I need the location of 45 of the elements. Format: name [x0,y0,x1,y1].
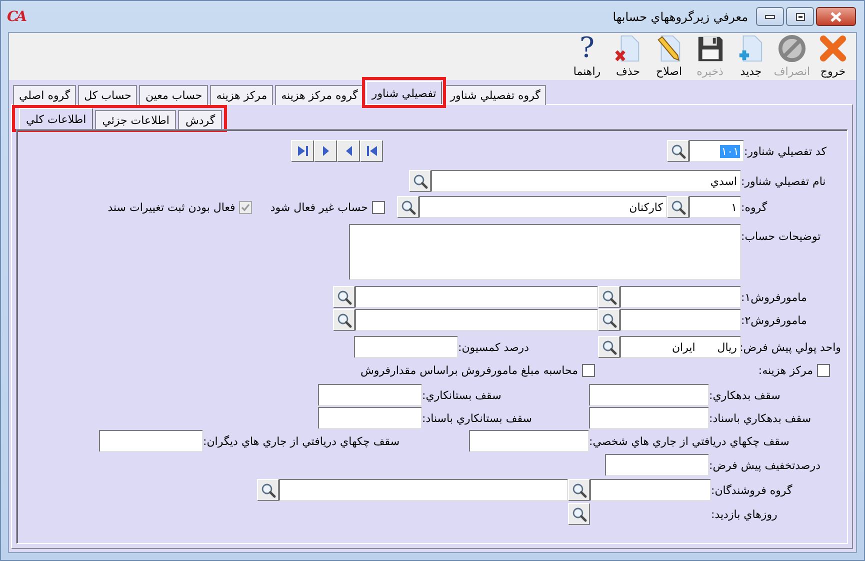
field-label: مامورفروش۲: [741,314,808,326]
field-label: سقف بستانكاري: [422,388,502,402]
tab[interactable]: گروه تفصيلي شناور [444,85,546,105]
input-field[interactable]: كاركنان [419,196,667,218]
tab[interactable]: گروه اصلي [13,85,76,105]
tab[interactable]: گردش [178,110,222,129]
tab[interactable]: حساب معين [139,85,208,105]
checkbox-label: مركز هزينه: [758,364,813,376]
field-label: سقف بدهكاري: [709,388,782,402]
field-label: نام تفصيلي شناور: [741,174,827,188]
toolbar-button[interactable]: حذف [609,34,647,80]
toolbar-button[interactable]: خروج [814,34,852,80]
question-mark-icon: ? [580,33,595,63]
field-value: ۱۰۱ [720,144,740,158]
field-label: سقف چكهاي دريافتي از جاري هاي ديگران: [203,434,401,448]
input-field[interactable]: ۱ [689,196,741,218]
tab[interactable]: اطلاعات كلي [19,108,94,129]
app-logo: CA [7,8,26,24]
field-label: درصد كمسيون: [458,340,530,354]
field-label: گروه فروشندگان: [711,484,794,496]
field-label: توضيحات حساب: [741,229,822,243]
tab[interactable]: مركز هزينه [210,85,274,105]
tab[interactable]: گروه مركز هزينه [275,85,364,105]
checkbox-label: محاسبه مبلغ مامورفروش براساس مقدارفروش [360,364,578,376]
field-label: روزهاي بازديد: [711,508,778,520]
field-label: مامورفروش۱: [741,290,808,304]
field-value: ريال [717,340,737,354]
input-field[interactable]: اسدي [431,170,741,192]
field-label: گروه: [741,200,768,214]
field-label: درصدتخفيف پيش فرض: [709,458,822,472]
toolbar-button[interactable]: اصلاح [650,34,688,80]
toolbar-button[interactable]: ? راهنما [568,34,606,80]
field-label: واحد پولي پيش فرض: [741,340,841,354]
toolbar-button[interactable]: جديد [732,34,770,80]
tab[interactable]: حساب كل [78,85,138,105]
field-label: سقف بستانكاري باسناد: [422,412,534,424]
field-label: سقف بدهكاري باسناد: [709,412,812,424]
field-value: ايران [672,340,696,354]
field-label: سقف چكهاي دريافتي از جاري هاي شخصي: [589,434,790,448]
checkbox-label: فعال بودن ثبت تغييرات سند [108,200,236,214]
input-field[interactable]: ريال ايران [620,336,741,358]
field-label: كد تفصيلي شناور: [744,144,828,158]
checkbox-label: حساب غير فعال شود [270,200,368,214]
window-title: معرفي زيرگروههاي حسابها [612,10,748,24]
tab[interactable]: اطلاعات جزئي [95,110,176,129]
